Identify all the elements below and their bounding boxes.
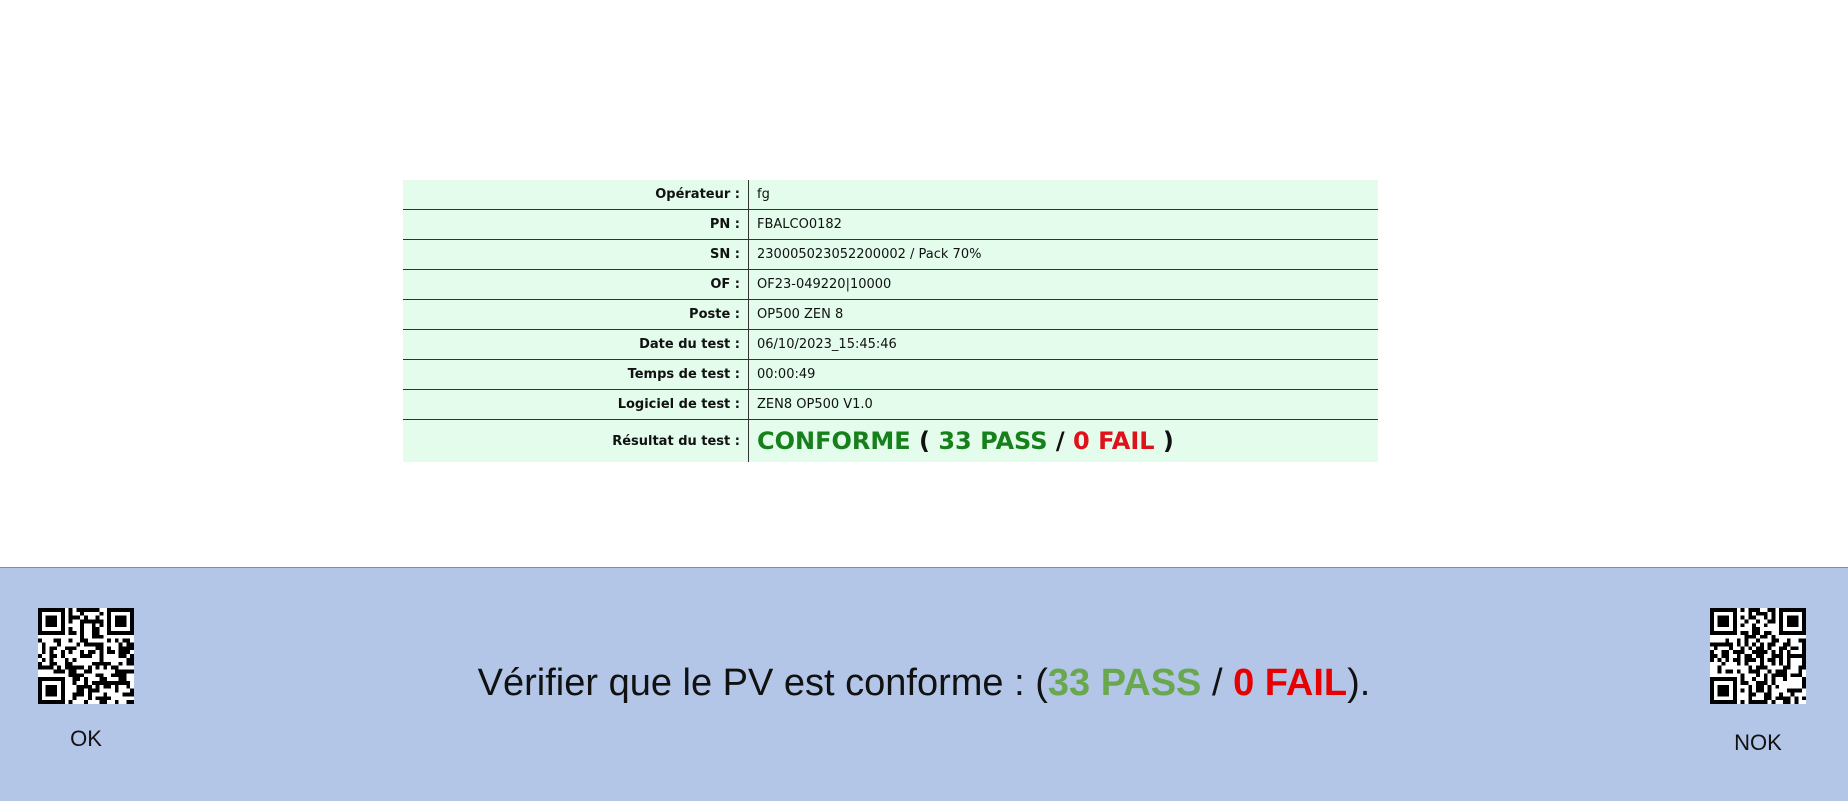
- duration-value: 00:00:49: [757, 367, 816, 382]
- operator-value: fg: [757, 187, 770, 202]
- test-report-table: Opérateur : fg PN : FBALCO0182 SN : 2300…: [403, 180, 1378, 462]
- message-prefix: Vérifier que le PV est conforme : (: [477, 662, 1048, 704]
- report-row-operator: Opérateur : fg: [403, 180, 1378, 210]
- report-row-poste: Poste : OP500 ZEN 8: [403, 300, 1378, 330]
- report-row-software: Logiciel de test : ZEN8 OP500 V1.0: [403, 390, 1378, 420]
- message-fail-count: 0 FAIL: [1233, 662, 1348, 704]
- report-row-duration: Temps de test : 00:00:49: [403, 360, 1378, 390]
- message-pass-count: 33 PASS: [1047, 662, 1202, 704]
- result-status: CONFORME: [757, 427, 911, 455]
- report-row-pn: PN : FBALCO0182: [403, 210, 1378, 240]
- poste-label: Poste :: [403, 300, 749, 329]
- software-value: ZEN8 OP500 V1.0: [757, 397, 873, 412]
- result-pass-count: 33 PASS: [938, 427, 1048, 455]
- report-row-result: Résultat du test : CONFORME ( 33 PASS / …: [403, 420, 1378, 462]
- pn-label: PN :: [403, 210, 749, 239]
- nok-label: NOK: [1734, 730, 1782, 755]
- result-label: Résultat du test :: [403, 420, 749, 462]
- result-separator: /: [1055, 427, 1065, 455]
- sn-value: 230005023052200002 / Pack 70%: [757, 247, 982, 262]
- result-close-paren: ): [1162, 427, 1174, 455]
- duration-label: Temps de test :: [403, 360, 749, 389]
- software-label: Logiciel de test :: [403, 390, 749, 419]
- operator-label: Opérateur :: [403, 180, 749, 209]
- verification-panel: OK Vérifier que le PV est conforme : (33…: [0, 567, 1848, 801]
- sn-label: SN :: [403, 240, 749, 269]
- of-value: OF23-049220|10000: [757, 277, 892, 292]
- poste-value: OP500 ZEN 8: [757, 307, 844, 322]
- pn-value: FBALCO0182: [757, 217, 842, 232]
- message-suffix: ).: [1347, 662, 1371, 704]
- verification-message: Vérifier que le PV est conforme : (33 PA…: [0, 662, 1848, 705]
- nok-qr-code-icon[interactable]: [1710, 608, 1806, 704]
- report-row-of: OF : OF23-049220|10000: [403, 270, 1378, 300]
- result-open-paren: (: [919, 427, 930, 455]
- date-value: 06/10/2023_15:45:46: [757, 337, 897, 352]
- message-separator: /: [1201, 662, 1234, 704]
- report-row-sn: SN : 230005023052200002 / Pack 70%: [403, 240, 1378, 270]
- ok-label: OK: [70, 726, 102, 751]
- report-row-date: Date du test : 06/10/2023_15:45:46: [403, 330, 1378, 360]
- result-fail-count: 0 FAIL: [1073, 427, 1155, 455]
- of-label: OF :: [403, 270, 749, 299]
- date-label: Date du test :: [403, 330, 749, 359]
- result-value: CONFORME ( 33 PASS / 0 FAIL ): [749, 420, 1378, 462]
